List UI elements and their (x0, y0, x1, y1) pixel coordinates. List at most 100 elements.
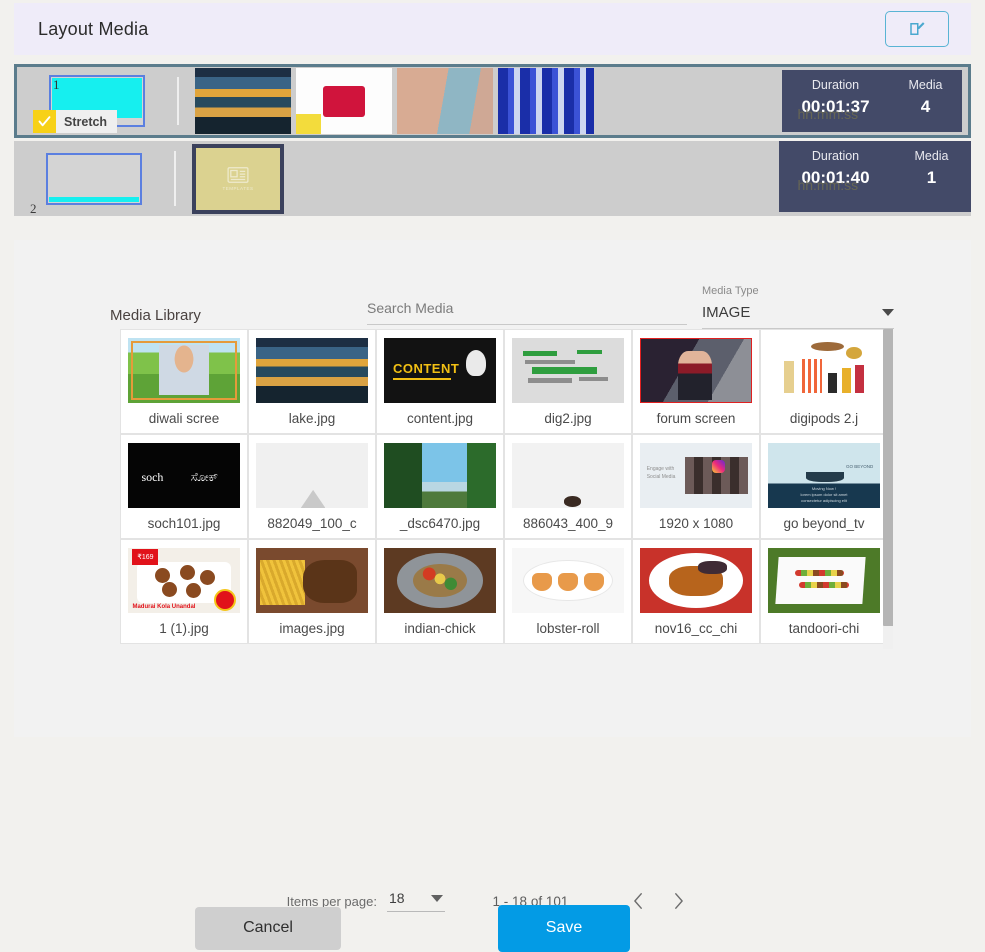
media-item-name: lobster-roll (536, 621, 600, 636)
media-thumbnail (640, 548, 752, 613)
duration-stat: Duration 00:01:40 hh:mm:ss (797, 149, 869, 193)
edit-square-pencil-icon (908, 20, 926, 38)
cancel-button[interactable]: Cancel (195, 906, 341, 950)
timeline-thumb[interactable]: TEMPLATES (192, 143, 284, 214)
media-item-name: diwali scree (148, 411, 220, 426)
media-item-name: 886043_400_9 (522, 516, 614, 531)
timeline-thumb[interactable] (296, 68, 392, 134)
media-item-name: content.jpg (406, 411, 474, 426)
chevron-down-icon (430, 894, 443, 902)
timeline-items-2: TEMPLATES (176, 141, 779, 216)
media-item[interactable]: dig2.jpg (504, 329, 632, 434)
media-item[interactable]: _dsc6470.jpg (376, 434, 504, 539)
stretch-toggle[interactable]: Stretch (33, 110, 118, 133)
chevron-right-icon (674, 893, 683, 909)
media-thumbnail (640, 338, 752, 403)
duration-label: Duration (811, 78, 860, 92)
timeline-stats-2: Duration 00:01:40 hh:mm:ss Media 1 (779, 141, 971, 212)
media-thumbnail: soch ಸೋಕ್ (128, 443, 240, 508)
media-value: 4 (920, 97, 931, 116)
media-item[interactable]: 886043_400_9 (504, 434, 632, 539)
timeline-items-1 (179, 67, 782, 135)
media-item-name: soch101.jpg (147, 516, 221, 531)
search-input[interactable] (367, 300, 687, 325)
media-thumbnail (512, 443, 624, 508)
media-item-name: 1920 x 1080 (658, 516, 734, 531)
media-item[interactable]: lake.jpg (248, 329, 376, 434)
scrollbar-thumb[interactable] (883, 329, 893, 626)
page-title: Layout Media (38, 18, 149, 39)
media-thumbnail: Engage with Social Media (640, 443, 752, 508)
media-type-select[interactable]: IMAGE (702, 304, 894, 329)
duration-format-hint: hh:mm:ss (797, 177, 859, 193)
media-item[interactable]: soch ಸೋಕ್ soch101.jpg (120, 434, 248, 539)
media-value: 1 (926, 168, 937, 187)
layout-box-2 (46, 152, 142, 205)
layout-preview-2[interactable]: 2 (14, 141, 174, 216)
media-item[interactable]: CONTENT content.jpg (376, 329, 504, 434)
media-thumbnail (384, 548, 496, 613)
media-item-name: go beyond_tv (783, 516, 865, 531)
media-thumbnail (128, 338, 240, 403)
timeline-stats-1: Duration 00:01:37 hh:mm:ss Media 4 (782, 70, 962, 132)
media-grid-viewport: diwali scree lake.jpg CONTENT content.jpg di… (120, 329, 893, 874)
timeline-thumb[interactable] (498, 68, 594, 134)
media-item[interactable]: Engage with Social Media 1920 x 1080 (632, 434, 760, 539)
items-per-page-select[interactable]: 18 (386, 890, 445, 912)
media-item-name: dig2.jpg (544, 411, 592, 426)
media-item-name: digipods 2.j (789, 411, 859, 426)
media-thumbnail (768, 338, 880, 403)
media-item[interactable]: GO BEYOND Moving Now ! lorem ipsum dolor s… (760, 434, 888, 539)
media-item-name: tandoori-chi (788, 621, 860, 636)
duration-stat: Duration 00:01:37 hh:mm:ss (797, 78, 869, 122)
timeline-row-2[interactable]: 2 TEMPLATES Duration 00:01:40 hh:mm:ss M… (14, 141, 971, 216)
media-count-stat: Media 4 (908, 78, 942, 117)
timeline-row-1[interactable]: 1 Stretch Duration 00:01:37 hh:mm:ss Med… (14, 64, 971, 138)
media-item[interactable]: nov16_cc_chi (632, 539, 760, 644)
media-item[interactable]: tandoori-chi (760, 539, 888, 644)
duration-label: Duration (811, 149, 860, 163)
media-item[interactable]: digipods 2.j (760, 329, 888, 434)
chevron-left-icon (634, 893, 642, 909)
media-type-value: IMAGE (702, 304, 751, 321)
media-count-stat: Media 1 (914, 149, 948, 188)
media-type-label: Media Type (702, 285, 759, 297)
media-thumbnail (256, 338, 368, 403)
media-library-panel: Media Library Media Type IMAGE diwali sc… (14, 240, 971, 952)
media-item[interactable]: lobster-roll (504, 539, 632, 644)
media-grid: diwali scree lake.jpg CONTENT content.jpg di… (120, 329, 893, 644)
media-item-name: 1 (1).jpg (159, 621, 209, 636)
media-item-name: indian-chick (404, 621, 476, 636)
media-library-title: Media Library (110, 307, 201, 324)
media-item-name: forum screen (656, 411, 736, 426)
save-button[interactable]: Save (498, 904, 630, 952)
paginator: Items per page: 18 1 - 18 of 101 (14, 881, 971, 921)
stretch-checkbox[interactable] (33, 110, 56, 133)
dialog-title-bar: Layout Media (14, 3, 971, 55)
media-item[interactable]: forum screen (632, 329, 760, 434)
media-thumbnail (256, 548, 368, 613)
media-item[interactable]: ₹169 Madurai Kola Unandal 1 (1).jpg (120, 539, 248, 644)
layout-preview-1[interactable]: 1 Stretch (17, 67, 177, 135)
search-field-wrapper (367, 300, 687, 325)
media-item[interactable]: images.jpg (248, 539, 376, 644)
media-label: Media (914, 149, 949, 163)
media-item-name: nov16_cc_chi (654, 621, 738, 636)
timeline-thumb[interactable] (397, 68, 493, 134)
layout-timeline: 1 Stretch Duration 00:01:37 hh:mm:ss Med… (14, 64, 971, 219)
media-item[interactable]: 882049_100_c (248, 434, 376, 539)
media-item[interactable]: diwali scree (120, 329, 248, 434)
timeline-thumb[interactable] (195, 68, 291, 134)
templates-placeholder-icon: TEMPLATES (223, 166, 254, 191)
chevron-down-icon (882, 309, 894, 316)
edit-layout-button[interactable] (885, 11, 949, 47)
duration-format-hint: hh:mm:ss (797, 106, 859, 122)
media-item-name: _dsc6470.jpg (399, 516, 481, 531)
media-grid-scrollbar[interactable] (883, 329, 893, 649)
media-library-header: Media Library Media Type IMAGE (14, 262, 971, 332)
next-page-button[interactable] (658, 881, 698, 921)
media-item[interactable]: indian-chick (376, 539, 504, 644)
media-thumbnail (256, 443, 368, 508)
media-thumbnail (768, 548, 880, 613)
layout-index-label: 1 (53, 77, 60, 92)
